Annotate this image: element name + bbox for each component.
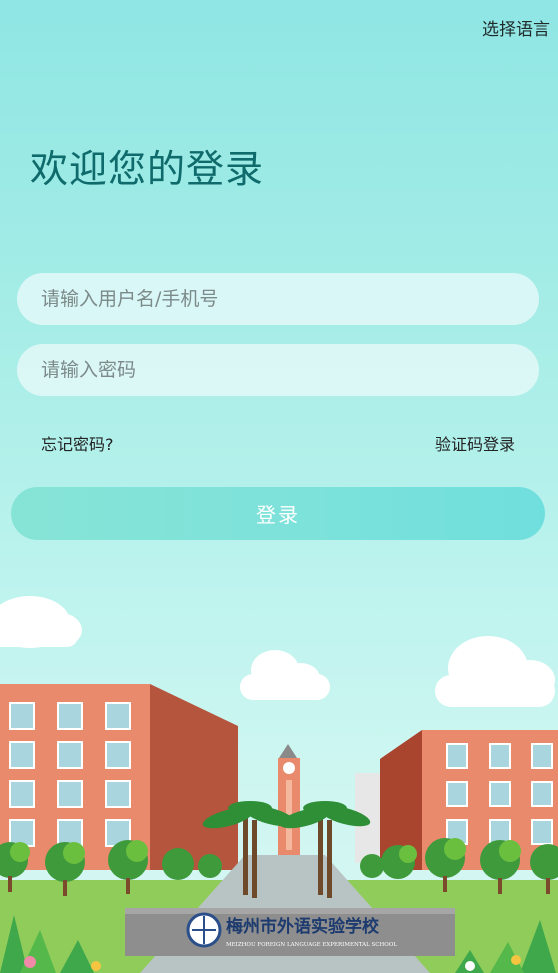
school-sign: 梅州市外语实验学校 MEIZHOU FOREIGN LANGUAGE EXPER… [125,908,455,956]
forgot-password-link[interactable]: 忘记密码? [41,431,114,455]
school-name-en: MEIZHOU FOREIGN LANGUAGE EXPERIMENTAL SC… [226,942,397,948]
password-input[interactable] [17,344,539,396]
login-button[interactable]: 登录 [11,487,545,540]
campus-illustration: 梅州市外语实验学校 MEIZHOU FOREIGN LANGUAGE EXPER… [0,596,558,973]
cloud-right [435,636,555,707]
sms-code-login-link[interactable]: 验证码登录 [435,431,515,455]
welcome-title: 欢迎您的登录 [30,147,265,191]
select-language-link[interactable]: 选择语言 [482,15,550,40]
cloud-middle [240,650,330,700]
clock-tower [278,744,300,858]
cloud-left [0,596,82,648]
school-name-cn: 梅州市外语实验学校 [226,916,380,937]
username-input[interactable] [17,273,539,325]
building-left [0,684,238,870]
